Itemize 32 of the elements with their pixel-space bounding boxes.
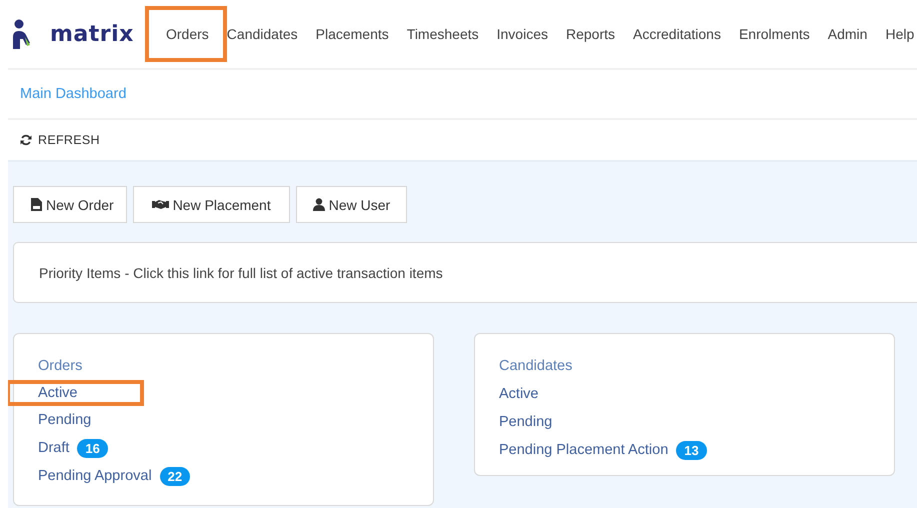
section-link[interactable]: Orders [38, 358, 82, 374]
status-link[interactable]: Active [499, 386, 538, 402]
section-link[interactable]: Candidates [499, 358, 572, 374]
status-link[interactable]: Draft [38, 440, 70, 456]
status-link[interactable]: Pending [38, 412, 92, 428]
handshake-icon [152, 199, 169, 210]
count-badge: 13 [676, 440, 707, 460]
action-button[interactable]: New User [296, 186, 408, 223]
action-button[interactable]: New Order [13, 186, 127, 223]
nav-link[interactable]: Timesheets [398, 10, 488, 58]
brand-name: matrix [50, 22, 134, 46]
nav-link[interactable]: Enrolments [730, 10, 819, 58]
nav-link[interactable]: Admin [818, 10, 876, 58]
nav-link[interactable]: Orders [145, 6, 227, 62]
refresh-button[interactable]: REFRESH [20, 133, 100, 147]
action-button[interactable]: New Placement [132, 186, 290, 223]
nav-link[interactable]: Reports [556, 10, 624, 58]
refresh-icon [20, 134, 32, 146]
status-link[interactable]: Pending Approval [38, 468, 152, 484]
nav-link[interactable]: Invoices [488, 10, 557, 58]
status-link[interactable]: Pending [499, 414, 552, 430]
nav-link[interactable]: Placements [306, 10, 398, 58]
nav-link[interactable]: Accreditations [624, 10, 730, 58]
priority-link[interactable]: Priority Items - Click this link for full list of active transaction items [39, 264, 443, 280]
document-icon [31, 198, 42, 211]
logo-icon [10, 19, 32, 49]
count-badge: 22 [160, 466, 190, 486]
user-icon [312, 198, 325, 211]
count-badge: 16 [77, 438, 108, 458]
nav-link[interactable]: Help [876, 10, 917, 58]
status-link[interactable]: Pending Placement Action [499, 442, 668, 458]
status-link[interactable]: Active [38, 385, 78, 401]
